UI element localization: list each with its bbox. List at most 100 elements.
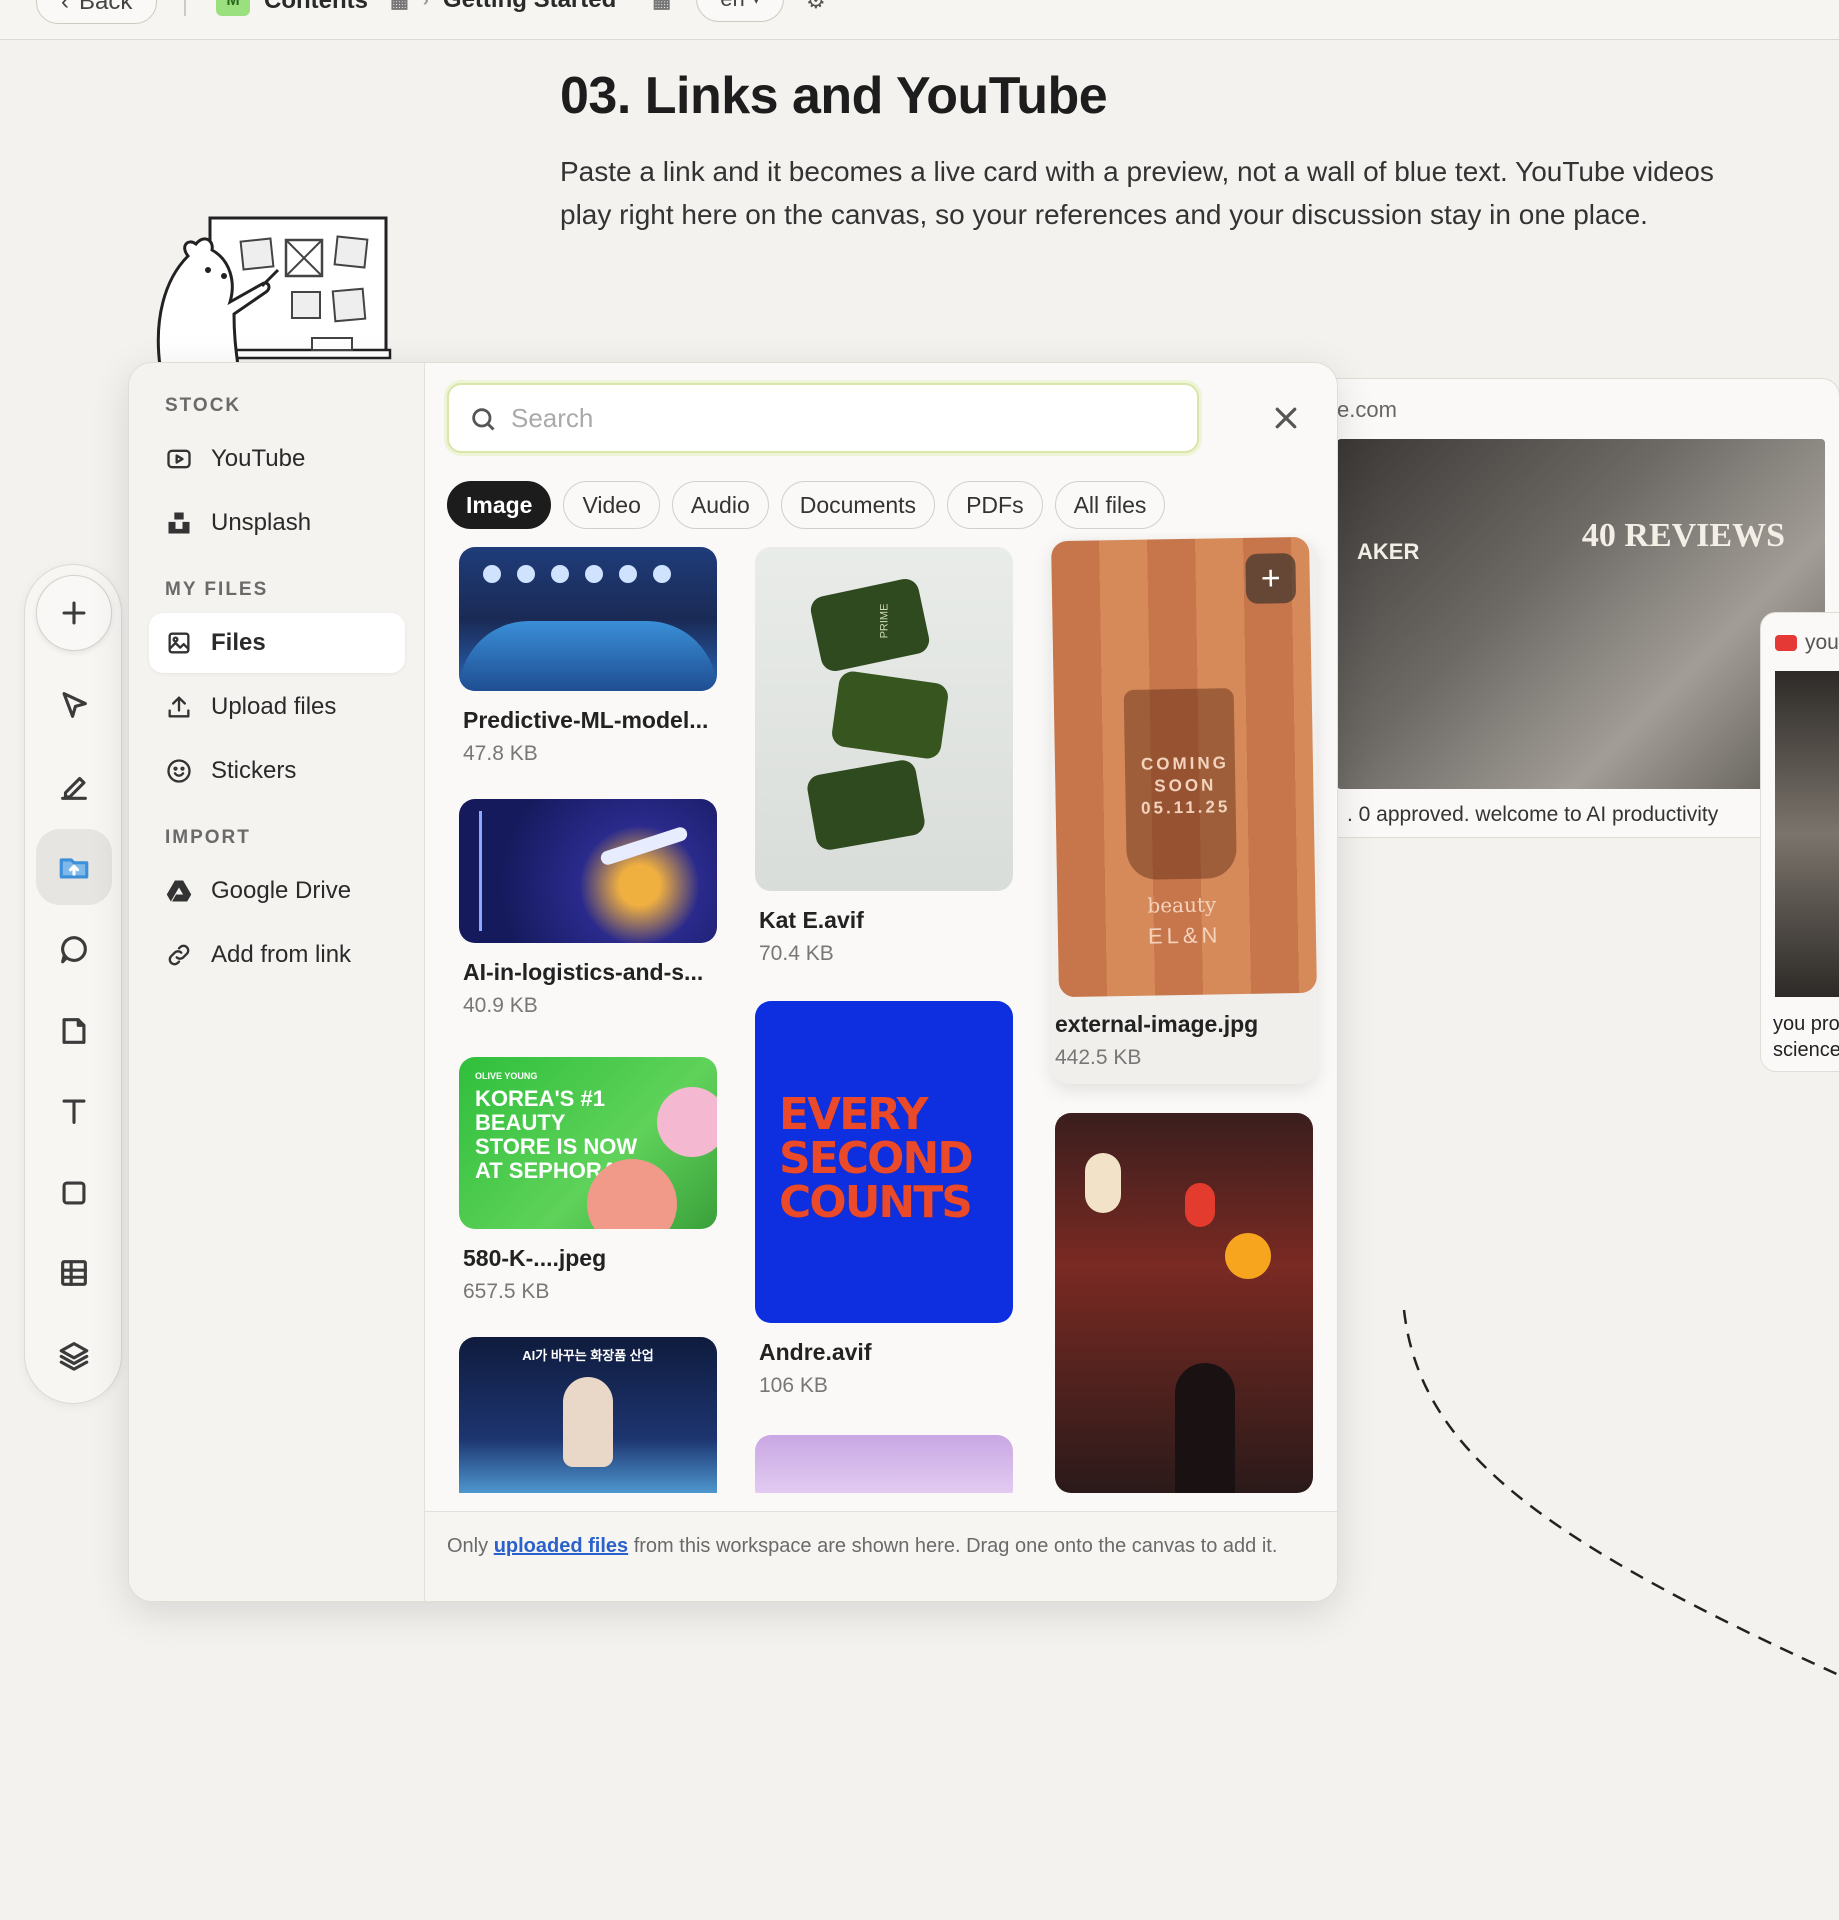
layers-tool[interactable] (36, 1317, 112, 1393)
search-input[interactable] (511, 395, 1171, 441)
sidebar-item-upload-files[interactable]: Upload files (149, 677, 405, 737)
sidebar-item-youtube[interactable]: YouTube (149, 429, 405, 489)
pen-tool[interactable] (36, 749, 112, 825)
file-size: 442.5 KB (1055, 1046, 1142, 1069)
link-caption: . 0 approved. welcome to AI productivity (1347, 803, 1719, 826)
youtube-source-label: you (1805, 631, 1839, 654)
sidebar-item-google-drive[interactable]: Google Drive (149, 861, 405, 921)
footer-text-pre: Only (447, 1535, 494, 1557)
sidebar-item-label: Add from link (211, 941, 352, 968)
youtube-card[interactable]: you you pro science (1760, 612, 1839, 1072)
sticky-note-icon (62, 1018, 86, 1044)
divider (184, 0, 186, 16)
file-name: Kat E.avif (759, 907, 864, 933)
back-label: Back (79, 0, 133, 15)
file-card[interactable]: EVERY SECOND COUNTS Andre.avif 106 KB (755, 1001, 1013, 1398)
file-thumbnail: AI가 바꾸는 화장품 산업 (459, 1337, 717, 1493)
canvas-toolbar (24, 564, 122, 1404)
sidebar-item-label: YouTube (211, 445, 306, 472)
file-card[interactable]: Predictive-ML-model... 47.8 KB (459, 547, 717, 766)
page-title: 03. Links and YouTube (560, 67, 1108, 125)
language-value: en (720, 0, 744, 12)
file-thumbnail (459, 799, 717, 943)
filter-audio[interactable]: Audio (671, 481, 769, 529)
comment-tool[interactable] (36, 911, 112, 987)
add-to-canvas-button[interactable]: + (1245, 553, 1297, 604)
shape-tool[interactable] (36, 1155, 112, 1231)
filter-all-files[interactable]: All files (1054, 481, 1166, 529)
file-size: 47.8 KB (463, 742, 538, 765)
page-description: Paste a link and it becomes a live card … (560, 156, 1714, 230)
search-icon (472, 408, 495, 431)
search-box[interactable] (447, 383, 1199, 453)
file-thumbnail: PRIME (755, 547, 1013, 891)
footer-text-post: from this workspace are shown here. Drag… (628, 1535, 1278, 1557)
plus-icon: + (1260, 558, 1281, 598)
link-icon (168, 944, 190, 966)
text-tool[interactable] (36, 1073, 112, 1149)
overlay-text: AKER (1357, 539, 1420, 564)
filter-video[interactable]: Video (563, 481, 660, 529)
section-heading-import: IMPORT (165, 827, 251, 848)
file-thumbnail (755, 1435, 1013, 1493)
sidebar-item-add-from-link[interactable]: Add from link (149, 925, 405, 985)
select-tool[interactable] (36, 667, 112, 743)
filter-pdfs[interactable]: PDFs (947, 481, 1043, 529)
language-select[interactable]: en ▾ (696, 0, 784, 22)
media-picker-panel: STOCK YouTube Unsplash MY FILES Files Up… (128, 362, 1338, 1602)
sidebar-item-label: Unsplash (211, 509, 312, 536)
file-name: AI-in-logistics-and-s... (463, 959, 704, 985)
file-name: Andre.avif (759, 1339, 872, 1365)
file-size: 106 KB (759, 1374, 828, 1397)
file-card[interactable] (755, 1435, 1013, 1493)
close-button[interactable] (1271, 403, 1301, 433)
connector-line (1402, 1309, 1839, 1677)
file-thumbnail: COMING SOON 05.11.25 beauty EL&N + (1051, 536, 1317, 998)
sidebar-item-unsplash[interactable]: Unsplash (149, 493, 405, 553)
chevron-right-icon: › (423, 0, 429, 11)
sidebar-item-label: Files (211, 629, 266, 656)
sidebar-item-stickers[interactable]: Stickers (149, 741, 405, 801)
workspace-name: Contents (264, 0, 368, 14)
file-card[interactable]: AI-in-logistics-and-s... 40.9 KB (459, 799, 717, 1018)
youtube-icon (167, 449, 191, 469)
file-thumbnail (459, 547, 717, 691)
file-card[interactable]: AI가 바꾸는 화장품 산업 (459, 1337, 717, 1493)
file-card[interactable]: OLIVE YOUNG KOREA'S #1 BEAUTY STORE IS N… (459, 1057, 717, 1304)
workspace-crumb[interactable]: M Contents (216, 0, 368, 16)
thumb-tag: OLIVE YOUNG (475, 1071, 538, 1081)
board-icon: ▦ (390, 0, 409, 12)
gear-icon[interactable]: ⚙ (806, 0, 826, 14)
layers-icon (59, 1342, 89, 1371)
uploaded-files-link[interactable]: uploaded files (494, 1535, 628, 1557)
back-button[interactable]: ‹ Back (36, 0, 158, 24)
youtube-title: you pro science (1773, 1013, 1839, 1061)
youtube-thumbnail (1775, 671, 1839, 997)
file-grid: Predictive-ML-model... 47.8 KB AI-in-log… (425, 533, 1337, 1493)
chevron-down-icon: ▾ (753, 0, 760, 8)
file-name: 580-K-....jpeg (463, 1245, 607, 1271)
thumb-text: beauty (1147, 892, 1217, 918)
file-size: 70.4 KB (759, 942, 834, 965)
page-crumb[interactable]: ▦ › Getting Started ▦ (390, 0, 671, 14)
file-name: Predictive-ML-model... (463, 707, 709, 733)
filter-image[interactable]: Image (447, 481, 552, 529)
pen-icon (61, 776, 87, 800)
sidebar-item-files[interactable]: Files (149, 613, 405, 673)
file-size: 657.5 KB (463, 1280, 550, 1303)
comment-icon (61, 936, 87, 964)
files-tool[interactable] (36, 829, 112, 905)
table-tool[interactable] (36, 1235, 112, 1311)
image-icon (168, 632, 190, 654)
sticky-note-tool[interactable] (36, 993, 112, 1069)
upload-icon (168, 696, 190, 718)
file-card-hovered[interactable]: COMING SOON 05.11.25 beauty EL&N + exter… (1051, 536, 1317, 1084)
add-tool[interactable] (36, 575, 112, 651)
file-card[interactable]: PRIME Kat E.avif 70.4 KB (755, 547, 1013, 966)
filter-documents[interactable]: Documents (780, 481, 936, 529)
file-card[interactable] (1055, 1113, 1313, 1493)
thumb-text: AI가 바꾸는 화장품 산업 (522, 1348, 654, 1363)
file-name: external-image.jpg (1055, 1011, 1259, 1037)
sidebar-item-label: Upload files (211, 693, 337, 720)
thumb-text: PRIME (878, 603, 891, 639)
